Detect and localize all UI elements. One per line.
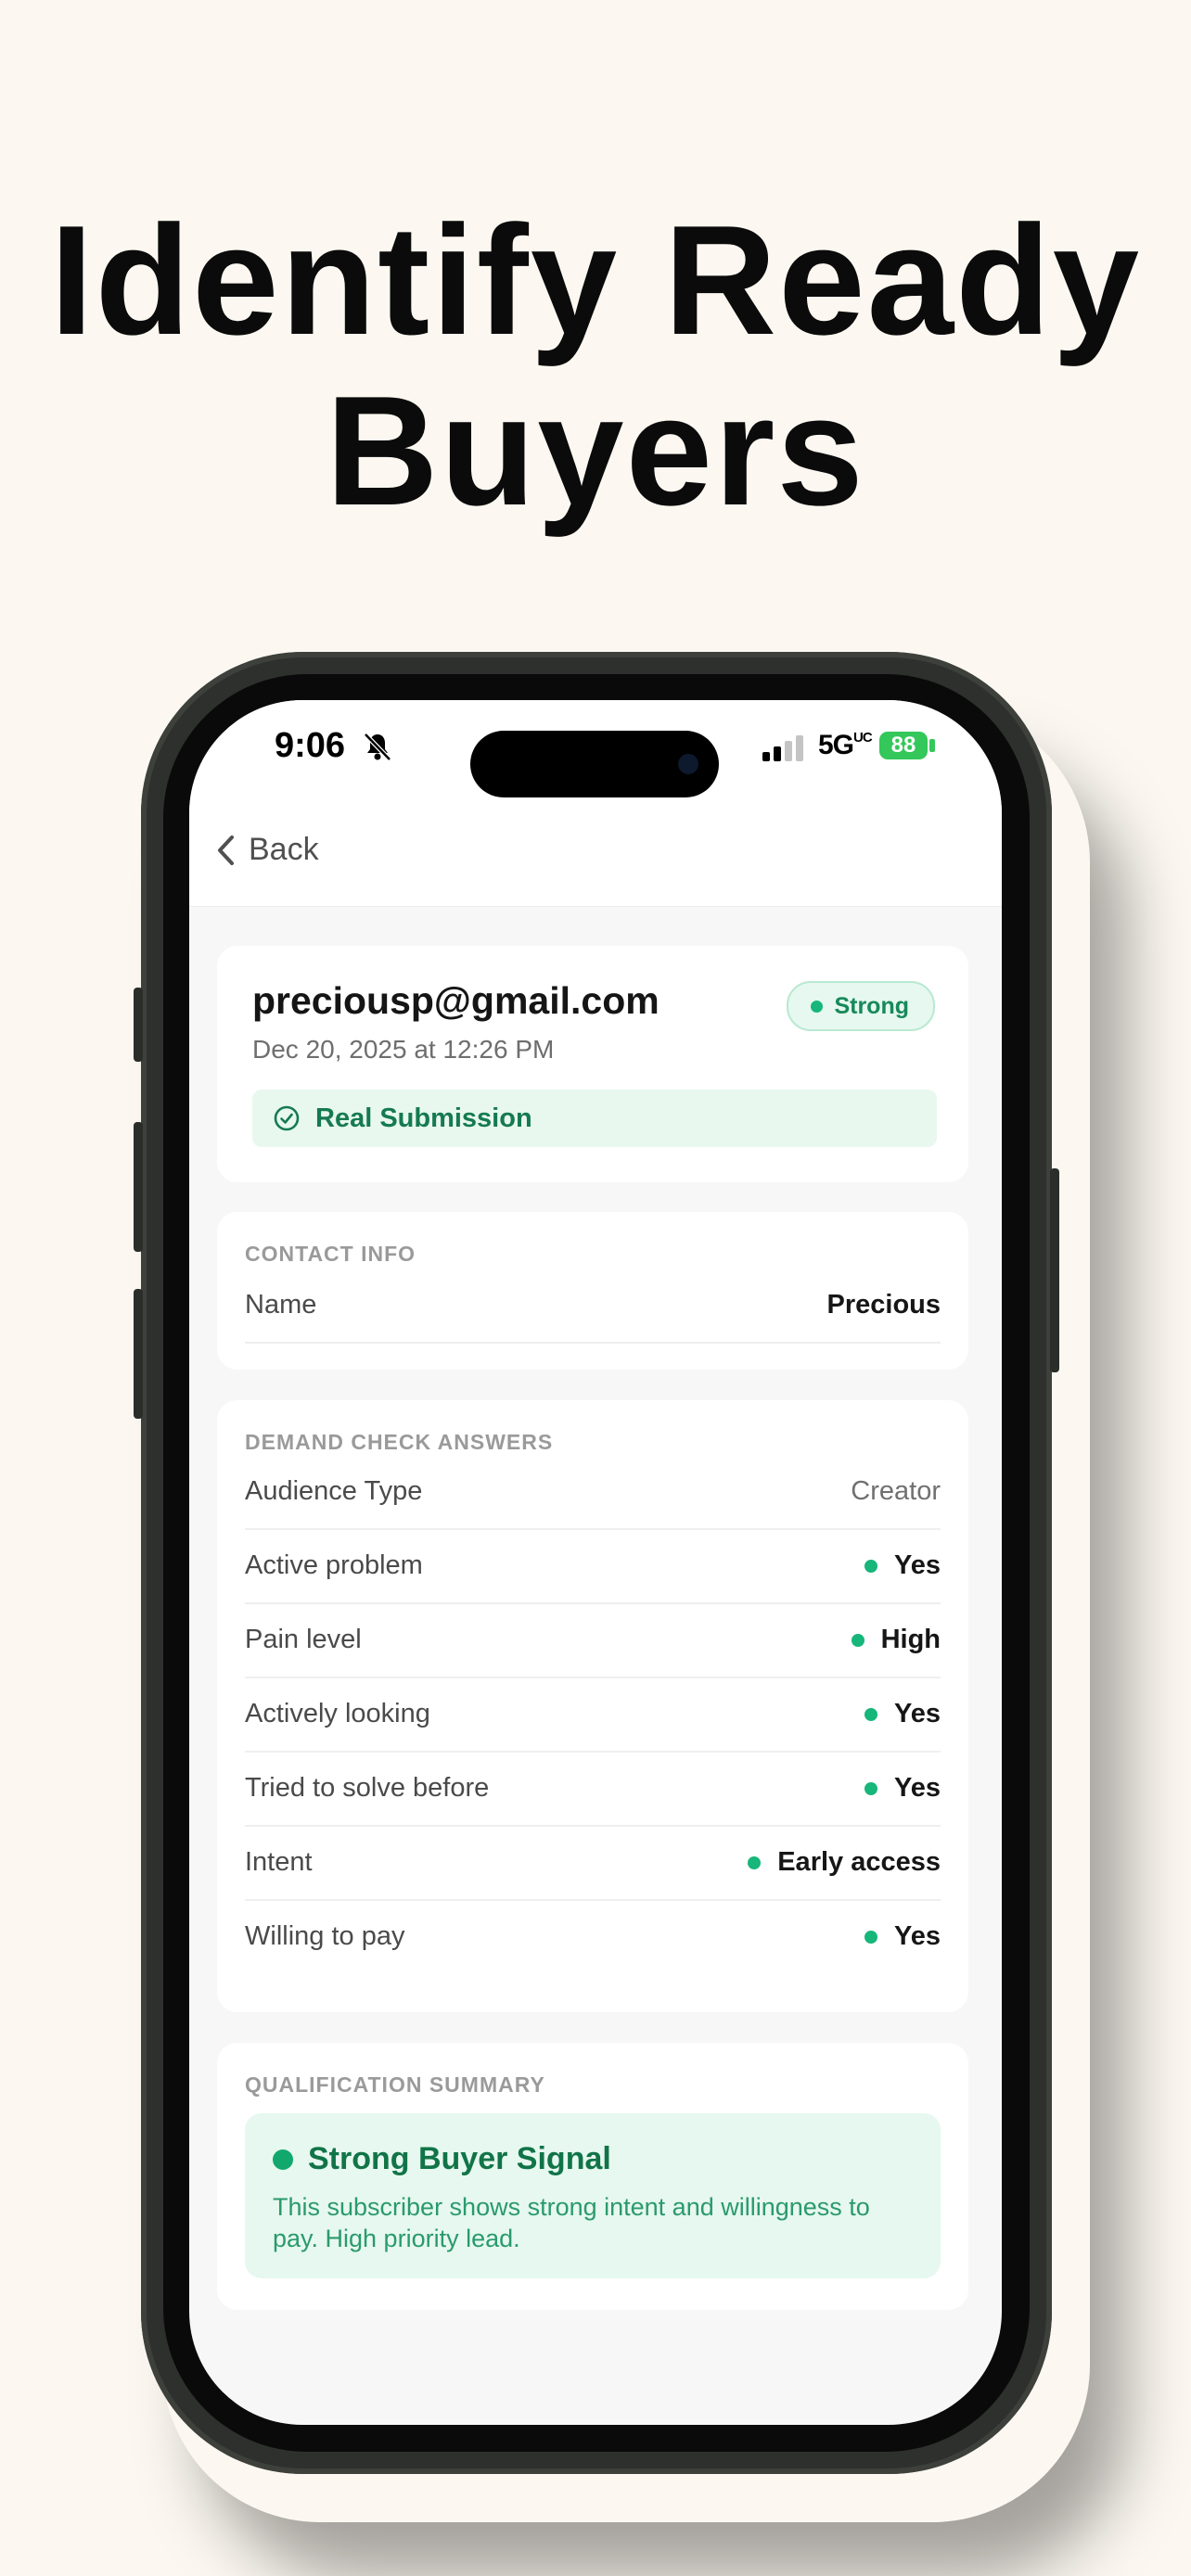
status-dot-icon	[851, 1633, 864, 1647]
cellular-signal-icon	[762, 735, 803, 761]
row-value-text: High	[880, 1625, 941, 1654]
side-button-volume-up	[134, 1122, 143, 1252]
row-label: Pain level	[245, 1625, 362, 1654]
side-button-power	[1050, 1168, 1059, 1372]
row-value: Early access	[748, 1847, 941, 1878]
row-value: High	[851, 1625, 941, 1655]
row-label: Willing to pay	[245, 1921, 405, 1951]
network-type: 5G	[818, 730, 854, 760]
answer-row-tried-to-solve: Tried to solve before Yes	[245, 1753, 941, 1827]
answer-row-willing-to-pay: Willing to pay Yes	[245, 1901, 941, 1975]
battery-icon: 88	[879, 732, 928, 759]
headline-line-2: Buyers	[326, 363, 865, 538]
answer-row-pain-level: Pain level High	[245, 1604, 941, 1678]
row-value: Precious	[827, 1290, 941, 1320]
side-button-action	[134, 988, 143, 1062]
answer-row-intent: Intent Early access	[245, 1827, 941, 1901]
real-submission-banner: Real Submission	[252, 1090, 937, 1147]
network-label: 5GUC	[818, 730, 873, 761]
row-value-text: Early access	[777, 1847, 941, 1877]
row-label: Audience Type	[245, 1476, 423, 1506]
status-bar: 9:06 5GUC 88	[189, 700, 1002, 802]
submission-card: preciousp@gmail.com Dec 20, 2025 at 12:2…	[217, 946, 968, 1182]
bell-slash-icon	[364, 733, 391, 761]
buyer-signal-description: This subscriber shows strong intent and …	[273, 2193, 870, 2252]
page-headline: Identify Ready Buyers	[0, 195, 1191, 536]
row-value-text: Yes	[894, 1699, 941, 1728]
phone-screen: 9:06 5GUC 88 Back preciousp@gmail.com De…	[189, 700, 1002, 2425]
info-row-name: Name Precious	[245, 1269, 941, 1344]
section-title: DEMAND CHECK ANSWERS	[245, 1430, 554, 1454]
dynamic-island	[470, 731, 719, 797]
navigation-bar: Back	[189, 802, 1002, 907]
buyer-signal-label: Strong Buyer Signal	[308, 2141, 611, 2176]
side-button-volume-down	[134, 1289, 143, 1419]
check-circle-icon	[274, 1105, 300, 1131]
back-button[interactable]: Back	[215, 832, 319, 868]
row-label: Intent	[245, 1847, 313, 1877]
row-value: Yes	[864, 1550, 941, 1581]
strength-badge: Strong	[787, 981, 935, 1031]
status-time: 9:06	[275, 726, 346, 765]
camera-icon	[678, 754, 698, 774]
row-value: Yes	[864, 1699, 941, 1729]
status-dot-icon	[864, 1930, 877, 1944]
row-label: Tried to solve before	[245, 1773, 490, 1803]
chevron-left-icon	[218, 835, 234, 865]
network-suffix: UC	[853, 730, 873, 746]
answer-row-audience-type: Audience Type Creator	[245, 1456, 941, 1530]
row-value-text: Yes	[894, 1773, 941, 1803]
submission-date: Dec 20, 2025 at 12:26 PM	[252, 1035, 555, 1064]
row-value: Yes	[864, 1773, 941, 1804]
row-value: Yes	[864, 1921, 941, 1952]
row-label: Name	[245, 1290, 317, 1320]
row-label: Active problem	[245, 1550, 423, 1580]
row-value-text: Yes	[894, 1550, 941, 1580]
strength-badge-label: Strong	[834, 992, 909, 1019]
answer-row-actively-looking: Actively looking Yes	[245, 1678, 941, 1753]
status-dot-icon	[811, 1000, 824, 1013]
demand-check-card: DEMAND CHECK ANSWERS Audience Type Creat…	[217, 1400, 968, 2012]
status-dot-icon	[864, 1781, 877, 1795]
real-submission-label: Real Submission	[315, 1103, 532, 1133]
back-label: Back	[249, 832, 319, 867]
buyer-signal-title: Strong Buyer Signal	[273, 2141, 611, 2177]
status-dot-icon	[748, 1855, 762, 1869]
subscriber-email: preciousp@gmail.com	[252, 979, 660, 1022]
status-dot-icon	[864, 1707, 877, 1721]
row-value: Creator	[851, 1476, 941, 1507]
section-title: CONTACT INFO	[245, 1242, 416, 1266]
row-value-text: Yes	[894, 1921, 941, 1951]
contact-info-card: CONTACT INFO Name Precious	[217, 1212, 968, 1370]
row-value-text: Precious	[826, 1290, 941, 1320]
status-dot-icon	[273, 2149, 293, 2170]
answer-row-active-problem: Active problem Yes	[245, 1530, 941, 1604]
battery-level: 88	[890, 733, 916, 758]
row-value-text: Creator	[851, 1476, 941, 1506]
headline-line-1: Identify Ready	[49, 193, 1142, 367]
battery-tip	[929, 739, 935, 752]
row-label: Actively looking	[245, 1699, 430, 1728]
status-dot-icon	[864, 1559, 877, 1573]
section-title: QUALIFICATION SUMMARY	[245, 2072, 545, 2097]
qualification-summary-card: QUALIFICATION SUMMARY Strong Buyer Signa…	[217, 2043, 968, 2310]
buyer-signal-box: Strong Buyer Signal This subscriber show…	[245, 2113, 941, 2278]
